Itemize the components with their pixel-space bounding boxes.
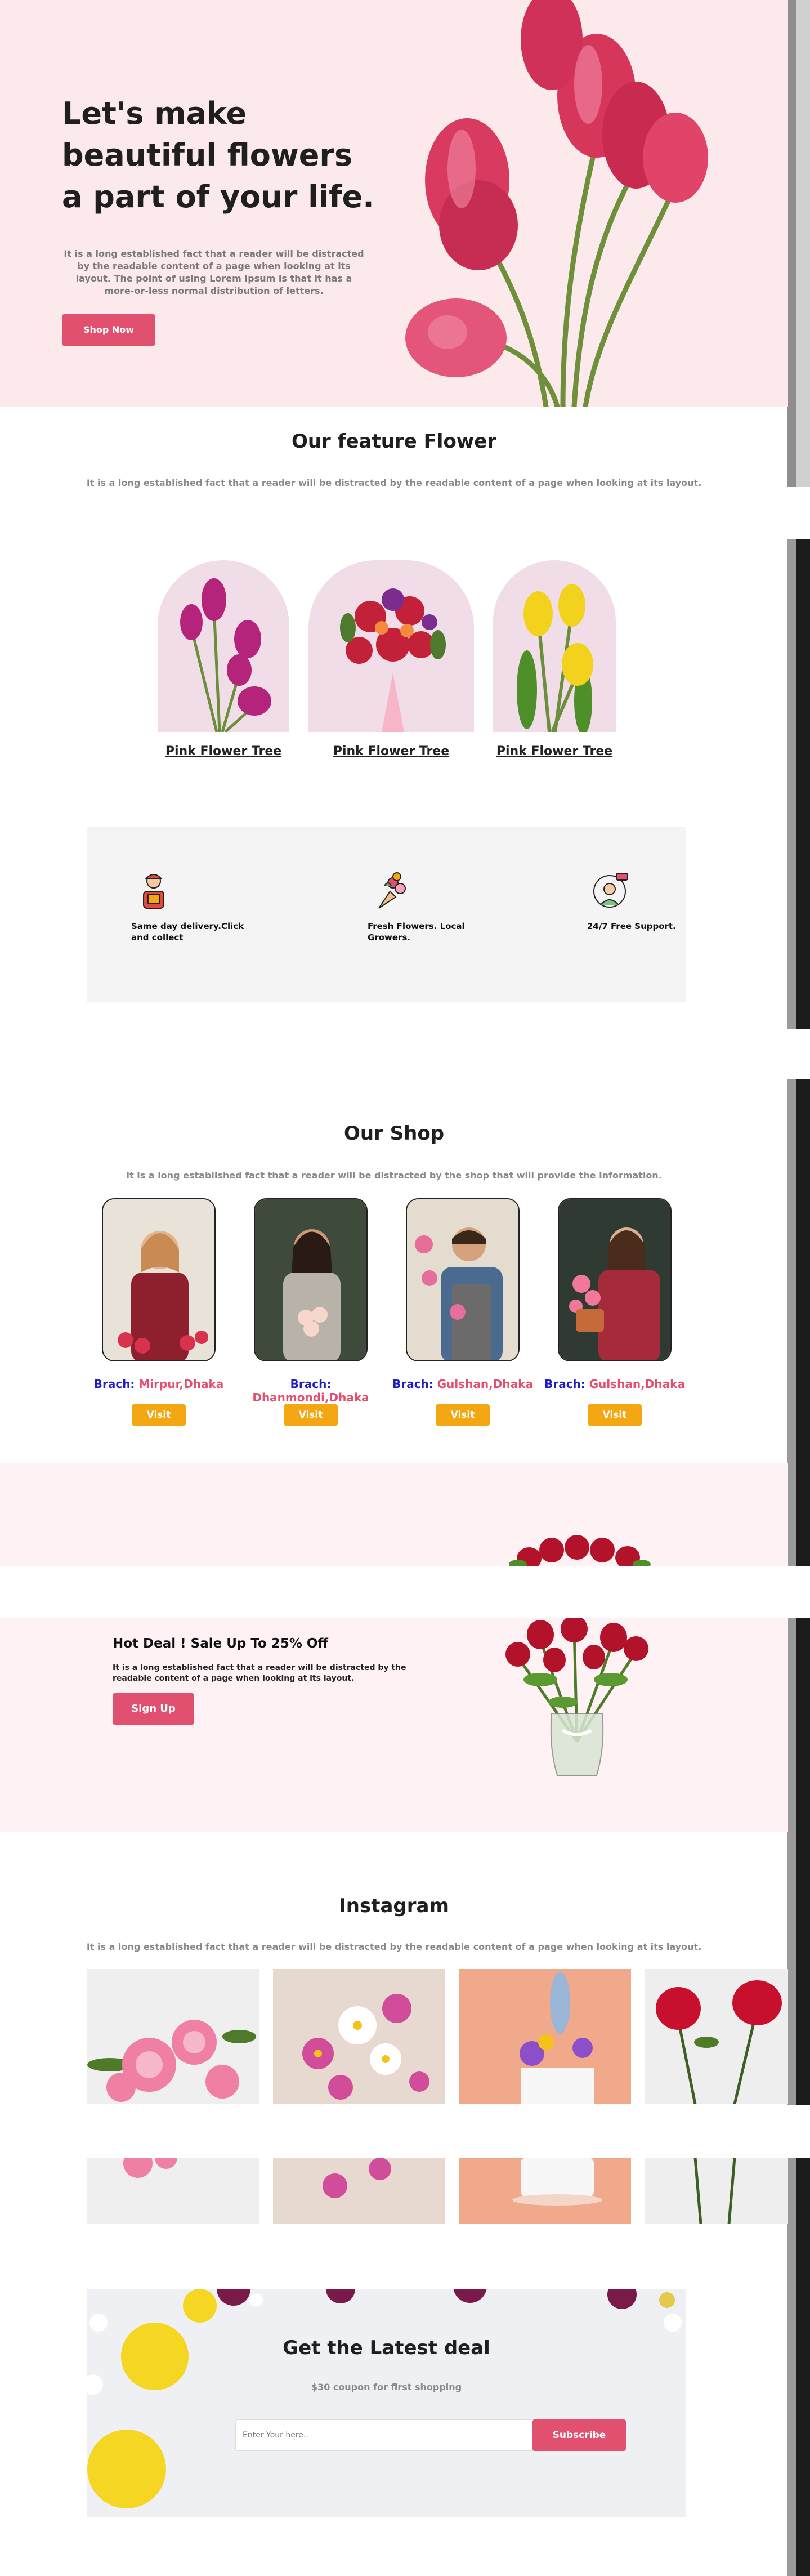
branch-value: Mirpur,Dhaka <box>138 1377 224 1391</box>
instagram-photo-2[interactable] <box>273 1969 445 2104</box>
roses-vase-top-image <box>509 1535 651 1566</box>
hero-title: Let's make beautiful flowers a part of y… <box>62 96 374 215</box>
flower-card-3-link[interactable]: Pink Flower Tree <box>493 744 616 758</box>
branch-value: Dhanmondi,Dhaka <box>252 1391 369 1404</box>
branch-2: Brach: Dhanmondi,Dhaka <box>238 1377 384 1404</box>
florist-photo <box>103 1199 214 1360</box>
scrollbar-strip-3[interactable] <box>787 1079 810 1566</box>
yellow-tulip-image <box>517 584 593 732</box>
flower-card-1-link[interactable]: Pink Flower Tree <box>158 744 289 758</box>
subscribe-button[interactable]: Subscribe <box>532 2419 626 2451</box>
flower-border-image <box>87 2289 682 2508</box>
service-fresh: Fresh Flowers. Local Growers. <box>368 869 491 943</box>
instagram-photo-4[interactable] <box>645 1969 788 2104</box>
bouquet-icon <box>378 872 406 909</box>
hero-description: It is a long established fact that a rea… <box>64 248 364 296</box>
service-fresh-text: Fresh Flowers. Local Growers. <box>368 921 465 943</box>
scrollbar-strip-2[interactable] <box>787 539 810 1029</box>
feature-subtitle: It is a long established fact that a rea… <box>86 477 702 488</box>
feature-title: Our feature Flower <box>291 430 497 453</box>
branch-1: Brach: Mirpur,Dhaka <box>86 1377 232 1391</box>
florist-photo <box>407 1199 518 1360</box>
branch-label: Brach: <box>290 1377 332 1391</box>
service-support-text: 24/7 Free Support. <box>587 921 676 931</box>
instagram-photo-1[interactable] <box>87 1969 259 2104</box>
cosmos-flowers-image <box>323 2158 391 2198</box>
shop-card-4 <box>558 1198 672 1361</box>
branch-value: Gulshan,Dhaka <box>437 1377 533 1391</box>
flower-card-1[interactable] <box>158 560 289 732</box>
delivery-person-icon <box>143 874 164 909</box>
shop-card-2 <box>254 1198 368 1361</box>
support-agent-icon <box>593 873 628 908</box>
visit-button-3[interactable]: Visit <box>436 1404 490 1426</box>
sign-up-button[interactable]: Sign Up <box>113 1693 194 1725</box>
roses-vase-image <box>505 1618 648 1776</box>
flower-card-2[interactable] <box>308 560 474 732</box>
deal-section: Hot Deal ! Sale Up To 25% Off It is a lo… <box>0 1618 788 1832</box>
red-roses-image <box>693 2158 736 2224</box>
shop-card-3 <box>406 1198 520 1361</box>
instagram-subtitle: It is a long established fact that a rea… <box>86 1941 702 1952</box>
mixed-bouquet-image <box>340 588 446 732</box>
hero-section: Let's make beautiful flowers a part of y… <box>0 0 788 407</box>
visit-button-2[interactable]: Visit <box>284 1404 338 1426</box>
flowers-in-cup-image <box>520 1972 594 2104</box>
newsletter-section: Get the Latest deal $30 coupon for first… <box>87 2289 686 2517</box>
deal-band-top <box>0 1463 788 1566</box>
branch-value: Gulshan,Dhaka <box>589 1377 685 1391</box>
branch-4: Brach: Gulshan,Dhaka <box>542 1377 688 1391</box>
service-delivery: Same day delivery.Click and collect <box>131 869 255 943</box>
shop-now-button[interactable]: Shop Now <box>62 314 155 346</box>
florist-photo <box>559 1199 670 1360</box>
instagram-photo-7[interactable] <box>459 2158 631 2224</box>
visit-button-4[interactable]: Visit <box>588 1404 642 1426</box>
shop-subtitle: It is a long established fact that a rea… <box>126 1170 662 1181</box>
instagram-title: Instagram <box>339 1895 449 1917</box>
tulip-hero-image <box>405 0 708 407</box>
pink-roses-image <box>87 2020 256 2102</box>
shop-card-1 <box>102 1198 216 1361</box>
services-panel: Same day delivery.Click and collect Fres… <box>87 827 686 1002</box>
flower-card-3[interactable] <box>493 560 616 732</box>
flowers-in-cup-image <box>512 2158 602 2206</box>
cosmos-flowers-image <box>302 1994 429 2100</box>
scrollbar-strip-5[interactable] <box>787 2158 810 2576</box>
instagram-photo-5[interactable] <box>87 2158 259 2224</box>
deal-description: It is a long established fact that a rea… <box>113 1663 406 1683</box>
instagram-photo-8[interactable] <box>645 2158 788 2224</box>
newsletter-subtitle: $30 coupon for first shopping <box>311 2382 462 2392</box>
florist-photo <box>255 1199 366 1360</box>
visit-button-1[interactable]: Visit <box>132 1404 186 1426</box>
scrollbar-strip-4[interactable] <box>787 1618 810 2105</box>
red-roses-image <box>656 1980 782 2104</box>
deal-title: Hot Deal ! Sale Up To 25% Off <box>113 1636 329 1651</box>
service-support: 24/7 Free Support. <box>587 869 711 932</box>
instagram-photo-3[interactable] <box>459 1969 631 2104</box>
instagram-photo-6[interactable] <box>273 2158 445 2224</box>
scrollbar-strip-1[interactable] <box>787 0 810 487</box>
service-delivery-text: Same day delivery.Click and collect <box>131 921 244 943</box>
shop-title: Our Shop <box>343 1122 445 1145</box>
newsletter-title: Get the Latest deal <box>283 2337 490 2359</box>
branch-3: Brach: Gulshan,Dhaka <box>390 1377 536 1391</box>
pink-roses-image <box>123 2158 177 2178</box>
branch-label: Brach: <box>392 1377 433 1391</box>
flower-card-2-link[interactable]: Pink Flower Tree <box>308 744 474 758</box>
branch-label: Brach: <box>93 1377 135 1391</box>
purple-tulip-image <box>180 578 271 732</box>
branch-label: Brach: <box>544 1377 585 1391</box>
